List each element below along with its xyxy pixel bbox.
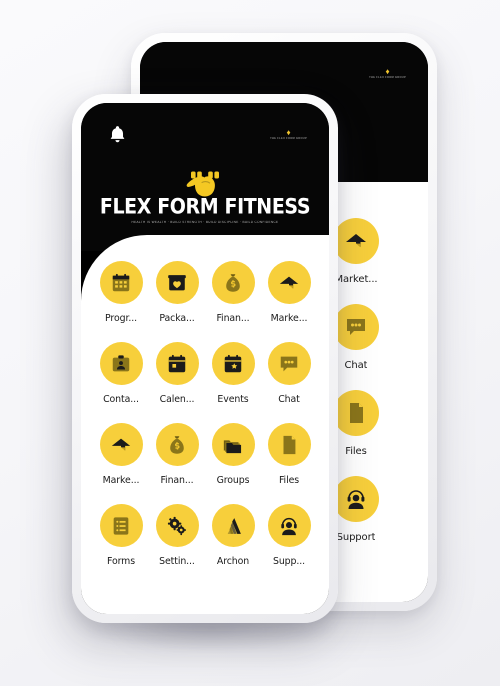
tile-label: Chat [344, 360, 368, 371]
support-headset-icon [267, 504, 311, 547]
support-headset-icon [333, 476, 379, 522]
tile-chat[interactable]: Chat [261, 342, 317, 405]
corner-logo-text: THE FLEX FORM GROUP [369, 75, 406, 80]
tile-label: Marke... [102, 475, 140, 486]
app-tile-grid: Progr... Packa... Finan... Marke... Cont… [81, 261, 329, 567]
document-icon [333, 390, 379, 436]
tile-label: Forms [107, 556, 135, 567]
tile-packages[interactable]: Packa... [149, 261, 205, 324]
money-bag-icon [211, 261, 255, 304]
calendar-icon [155, 342, 199, 385]
tile-label: Settin... [159, 556, 195, 567]
tile-programs[interactable]: Progr... [93, 261, 149, 324]
tile-marketing[interactable]: Marke... [261, 261, 317, 324]
gears-icon [155, 504, 199, 547]
tile-groups[interactable]: Groups [205, 423, 261, 486]
tile-files[interactable]: Files [333, 390, 379, 457]
tile-events[interactable]: Events [205, 342, 261, 405]
front-phone-screen: ♦ THE FLEX FORM GROUP FLEX FORM FITNESS … [81, 103, 329, 614]
front-phone-body: Progr... Packa... Finan... Marke... Cont… [81, 235, 329, 614]
megaphone-arrow-icon [99, 423, 143, 466]
tile-forms[interactable]: Forms [93, 504, 149, 567]
tile-archon[interactable]: Archon [205, 504, 261, 567]
form-list-icon [99, 504, 143, 547]
archon-chevron-icon [211, 504, 255, 547]
tile-label: Support [336, 532, 376, 543]
brand-title: FLEX FORM FITNESS [99, 194, 311, 220]
tile-label: Marke... [270, 313, 308, 324]
tile-label: Supp... [272, 556, 306, 567]
brand-lockup: FLEX FORM FITNESS HEALTH IS WEALTH · BUI… [81, 171, 329, 224]
calendar-star-icon [211, 342, 255, 385]
tile-label: Calen... [159, 394, 195, 405]
brand-tagline: HEALTH IS WEALTH · BUILD STRENGTH · BUIL… [131, 220, 279, 225]
tile-label: Conta... [103, 394, 139, 405]
chat-bubble-icon [333, 304, 379, 350]
tile-label: Archon [216, 556, 250, 567]
document-icon [267, 423, 311, 466]
tile-label: Groups [216, 475, 250, 486]
tile-contacts[interactable]: Conta... [93, 342, 149, 405]
tile-calendar[interactable]: Calen... [149, 342, 205, 405]
tile-support[interactable]: Support [333, 476, 379, 543]
calendar-grid-icon [99, 261, 143, 304]
tile-label: Events [217, 394, 249, 405]
tile-marketing[interactable]: Market... [333, 218, 379, 285]
notification-bell-button[interactable] [109, 125, 126, 144]
tile-finance-2[interactable]: Finan... [149, 423, 205, 486]
tile-finance[interactable]: Finan... [205, 261, 261, 324]
corner-logo-text: THE FLEX FORM GROUP [270, 136, 307, 141]
flexed-bicep-icon [81, 171, 329, 197]
contact-card-icon [99, 342, 143, 385]
tile-label: Market... [334, 274, 378, 285]
tile-settings[interactable]: Settin... [149, 504, 205, 567]
tile-chat[interactable]: Chat [333, 304, 379, 371]
front-phone-header: ♦ THE FLEX FORM GROUP FLEX FORM FITNESS … [81, 103, 329, 251]
app-mockup-stage: ♦ THE FLEX FORM GROUP SS [0, 0, 500, 686]
tile-label: Progr... [105, 313, 137, 324]
chat-bubble-icon [267, 342, 311, 385]
tile-label: Files [278, 475, 300, 486]
money-bag-icon [155, 423, 199, 466]
folder-icon [211, 423, 255, 466]
megaphone-arrow-icon [333, 218, 379, 264]
tile-files[interactable]: Files [261, 423, 317, 486]
tile-label: Finan... [160, 475, 194, 486]
tile-label: Chat [278, 394, 300, 405]
tile-marketing-2[interactable]: Marke... [93, 423, 149, 486]
tile-label: Packa... [159, 313, 195, 324]
corner-logo: ♦ THE FLEX FORM GROUP [369, 68, 406, 80]
tile-support[interactable]: Supp... [261, 504, 317, 567]
megaphone-arrow-icon [267, 261, 311, 304]
corner-logo: ♦ THE FLEX FORM GROUP [270, 129, 307, 141]
package-heart-icon [155, 261, 199, 304]
tile-label: Files [345, 446, 367, 457]
front-phone-mockup: ♦ THE FLEX FORM GROUP FLEX FORM FITNESS … [72, 94, 338, 623]
tile-label: Finan... [216, 313, 250, 324]
